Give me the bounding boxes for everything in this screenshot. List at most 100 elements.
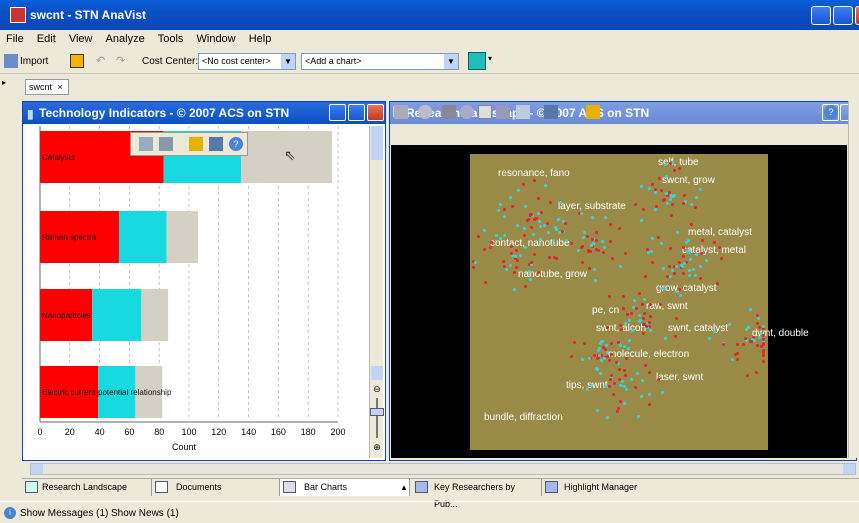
map-document-dot bbox=[698, 277, 702, 281]
map-document-dot bbox=[545, 221, 549, 225]
tech-maximize-button[interactable] bbox=[348, 104, 365, 121]
redo-icon[interactable]: ↷ bbox=[116, 54, 130, 68]
map-cluster-label[interactable]: contact, nanotube bbox=[490, 238, 570, 249]
open-icon[interactable] bbox=[70, 54, 84, 68]
scroll-up-icon[interactable] bbox=[371, 126, 383, 140]
map-document-dot bbox=[640, 302, 644, 306]
map-document-dot bbox=[668, 274, 672, 278]
import-button[interactable]: Import bbox=[20, 56, 48, 67]
x-tick-label: 180 bbox=[301, 427, 316, 437]
info-icon: i bbox=[4, 507, 16, 519]
map-document-dot bbox=[502, 234, 506, 237]
show-news-link[interactable]: Show News (1) bbox=[111, 508, 179, 519]
map-cluster-label[interactable]: swnt, catalyst bbox=[668, 323, 728, 334]
scroll-down-icon[interactable] bbox=[371, 366, 383, 380]
help-icon[interactable]: ? bbox=[229, 137, 243, 151]
map-document-dot bbox=[516, 189, 520, 193]
map-cluster-label[interactable]: resonance, fano bbox=[498, 168, 570, 179]
table-icon[interactable] bbox=[209, 137, 223, 151]
map-cluster-label[interactable]: raw, swnt bbox=[646, 301, 688, 312]
scroll-thumb[interactable] bbox=[371, 140, 383, 160]
scroll-right-icon[interactable] bbox=[843, 464, 855, 474]
layout-dropdown-icon[interactable]: ▾ bbox=[488, 54, 492, 63]
landscape-vscrollbar[interactable] bbox=[848, 101, 859, 458]
map-document-dot bbox=[581, 357, 585, 361]
map-document-dot bbox=[552, 238, 556, 242]
tab-close-icon[interactable]: × bbox=[58, 82, 63, 92]
folder-icon[interactable] bbox=[586, 105, 600, 119]
map-cluster-label[interactable]: pe, cn bbox=[592, 305, 619, 316]
rotate-icon[interactable] bbox=[418, 105, 432, 119]
globe-icon[interactable] bbox=[460, 105, 474, 119]
menu-analyze[interactable]: Analyze bbox=[106, 33, 145, 45]
settings-icon[interactable] bbox=[516, 105, 530, 119]
map-document-dot bbox=[648, 392, 652, 396]
zoom-slider-thumb[interactable] bbox=[370, 408, 384, 416]
menu-tools[interactable]: Tools bbox=[158, 33, 184, 45]
help-icon[interactable]: ? bbox=[824, 105, 838, 119]
bottom-tab-documents[interactable]: Documents bbox=[152, 479, 280, 496]
tech-minimize-button[interactable] bbox=[329, 104, 346, 121]
map-document-dot bbox=[516, 258, 520, 262]
labels-icon[interactable] bbox=[478, 105, 492, 119]
map-document-dot bbox=[616, 410, 620, 414]
add-chart-select[interactable]: <Add a chart> ▼ bbox=[301, 53, 459, 70]
map-document-dot bbox=[607, 359, 611, 363]
menu-view[interactable]: View bbox=[69, 33, 93, 45]
map-document-dot bbox=[588, 267, 592, 271]
left-strip bbox=[0, 96, 22, 491]
undo-icon[interactable]: ↶ bbox=[96, 54, 110, 68]
map-document-dot bbox=[694, 253, 698, 257]
tab-arrow-icon[interactable]: ▸ bbox=[2, 78, 8, 92]
filter-icon[interactable] bbox=[159, 137, 173, 151]
menu-help[interactable]: Help bbox=[249, 33, 272, 45]
scroll-left-icon[interactable] bbox=[31, 464, 43, 474]
map-cluster-label[interactable]: metal, catalyst bbox=[688, 227, 752, 238]
map-cluster-label[interactable]: swcnt, grow bbox=[662, 175, 715, 186]
map-document-dot bbox=[580, 261, 584, 265]
map-document-dot bbox=[700, 239, 704, 243]
map-document-dot bbox=[698, 264, 702, 268]
map-document-dot bbox=[630, 377, 634, 381]
tech-vscrollbar[interactable]: ⊖ ⊕ bbox=[369, 126, 384, 458]
map-document-dot bbox=[502, 260, 506, 264]
layout-icon[interactable] bbox=[468, 52, 486, 70]
landscape-map[interactable]: resonance, fano self, tube swcnt, grow laye… bbox=[470, 154, 809, 450]
bottom-tab-highlight-manager[interactable]: Highlight Manager bbox=[542, 479, 682, 496]
map-document-dot bbox=[663, 336, 667, 340]
folder-icon[interactable] bbox=[189, 137, 203, 151]
select-tool-icon[interactable] bbox=[394, 105, 408, 119]
sort-icon[interactable] bbox=[139, 137, 153, 151]
map-cluster-label[interactable]: layer, substrate bbox=[558, 201, 626, 212]
cost-center-select[interactable]: <No cost center> ▼ bbox=[198, 53, 296, 70]
color-icon[interactable] bbox=[544, 105, 558, 119]
map-cluster-label[interactable]: molecule, electron bbox=[608, 349, 689, 360]
zoom-out-icon[interactable]: ⊖ bbox=[370, 384, 384, 396]
map-document-dot bbox=[660, 241, 664, 245]
map-document-dot bbox=[684, 241, 688, 245]
map-document-dot bbox=[597, 347, 601, 351]
main-hscrollbar[interactable] bbox=[30, 463, 856, 475]
bottom-tab-key-researchers[interactable]: Key Researchers by Pub... bbox=[412, 479, 542, 509]
menu-edit[interactable]: Edit bbox=[37, 33, 56, 45]
menu-window[interactable]: Window bbox=[197, 33, 236, 45]
map-cluster-label[interactable]: catalyst, metal bbox=[682, 245, 746, 256]
map-cluster-label[interactable]: laser, swnt bbox=[656, 372, 703, 383]
close-button[interactable] bbox=[855, 6, 859, 25]
bottom-tab-research-landscape[interactable]: Research Landscape bbox=[22, 479, 152, 496]
snapshot-icon[interactable] bbox=[442, 105, 456, 119]
grid-view-icon[interactable] bbox=[496, 105, 510, 119]
maximize-button[interactable] bbox=[833, 6, 853, 25]
map-document-dot bbox=[745, 374, 749, 378]
bottom-tab-bar-charts[interactable]: Bar Charts bbox=[280, 479, 410, 496]
minimize-button[interactable] bbox=[811, 6, 831, 25]
map-document-dot bbox=[548, 255, 552, 259]
zoom-in-icon[interactable]: ⊕ bbox=[370, 442, 384, 454]
tab-swcnt[interactable]: swcnt × bbox=[25, 79, 69, 95]
show-messages-link[interactable]: Show Messages (1) bbox=[20, 508, 108, 519]
tech-close-button[interactable] bbox=[367, 104, 384, 121]
menu-file[interactable]: File bbox=[6, 33, 24, 45]
map-cluster-label[interactable]: bundle, diffraction bbox=[484, 412, 563, 423]
zoom-slider[interactable] bbox=[376, 398, 378, 438]
tab-up-arrow-icon[interactable]: ▲ bbox=[400, 479, 408, 496]
